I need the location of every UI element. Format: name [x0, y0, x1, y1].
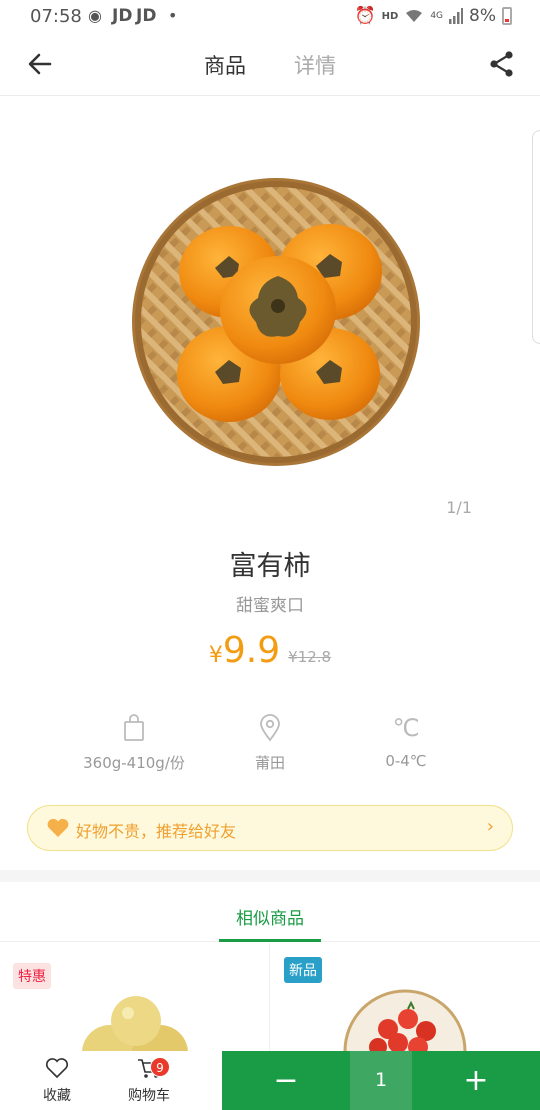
status-bar: 07:58 ◉ JD JD • ⏰ HD 4G 8%	[0, 0, 540, 34]
location-pin-icon	[260, 714, 280, 742]
increase-quantity-button[interactable]: +	[412, 1051, 540, 1110]
quantity-value[interactable]: 1	[350, 1051, 412, 1110]
similar-product-card[interactable]: 新品	[269, 943, 540, 1053]
heart-icon	[47, 818, 69, 837]
new-badge: 新品	[284, 957, 322, 983]
similar-products-header: 相似商品	[0, 882, 540, 942]
back-arrow-icon[interactable]	[24, 48, 56, 80]
battery-percent: 8%	[469, 6, 496, 26]
signal-icon	[449, 8, 464, 24]
status-dot: •	[168, 6, 178, 25]
cart-label: 购物车	[128, 1088, 170, 1104]
notification-icon: ◉	[88, 6, 102, 25]
current-price: 9.9	[222, 630, 281, 671]
spec-weight: 360g-410g/份	[64, 714, 204, 773]
pear-image	[82, 996, 188, 1053]
decrease-quantity-button[interactable]: −	[222, 1051, 350, 1110]
original-price: ¥12.8	[288, 648, 332, 666]
discount-badge: 特惠	[13, 963, 51, 989]
similar-product-card[interactable]: 特惠	[0, 943, 268, 1053]
bag-icon	[124, 714, 144, 741]
temperature-icon: ℃	[392, 714, 420, 742]
price-row: ¥9.9 ¥12.8	[0, 630, 540, 671]
spec-origin: 莆田	[200, 714, 340, 773]
gallery-pager: 1/1	[446, 498, 472, 517]
recommend-text: 好物不贵，推荐给好友	[76, 822, 237, 841]
app-label-2: JD	[136, 6, 157, 26]
network-label: 4G	[430, 11, 444, 21]
quantity-stepper: − 1 +	[222, 1051, 540, 1110]
favorite-button[interactable]: 收藏	[20, 1057, 94, 1105]
persimmon-basket-image	[132, 178, 420, 466]
bottom-action-bar: 收藏 9 购物车 − 1 +	[0, 1051, 540, 1110]
side-drawer-handle[interactable]	[532, 130, 540, 344]
status-time: 07:58	[30, 6, 82, 27]
spec-origin-text: 莆田	[254, 754, 285, 772]
spec-temperature-text: 0-4℃	[385, 752, 427, 770]
spec-temperature: ℃ 0-4℃	[336, 714, 476, 770]
similar-products-list: 特惠 新品	[0, 943, 540, 1053]
cart-button[interactable]: 9 购物车	[112, 1057, 186, 1105]
product-detail-page: 07:58 ◉ JD JD • ⏰ HD 4G 8% 商品 详情 1/1 富有柿…	[0, 0, 540, 1110]
status-right-group: ⏰ HD 4G 8%	[354, 6, 512, 26]
product-image-gallery[interactable]	[0, 96, 540, 536]
cart-count-badge: 9	[150, 1057, 170, 1077]
chevron-right-icon: ›	[486, 816, 494, 837]
hd-label: HD	[381, 10, 399, 22]
tab-details[interactable]: 详情	[294, 50, 336, 80]
spec-row: 360g-410g/份 莆田 ℃ 0-4℃	[0, 714, 540, 784]
battery-icon	[502, 7, 512, 25]
app-label-1: JD	[112, 6, 133, 26]
alarm-icon: ⏰	[354, 6, 376, 26]
price-currency: ¥	[208, 643, 223, 668]
spec-weight-text: 360g-410g/份	[83, 754, 185, 772]
tab-product[interactable]: 商品	[204, 50, 246, 80]
favorite-label: 收藏	[43, 1088, 71, 1104]
heart-outline-icon	[45, 1058, 69, 1079]
recommend-to-friend-banner[interactable]: 好物不贵，推荐给好友 ›	[27, 805, 513, 851]
product-name: 富有柿	[229, 551, 311, 582]
top-nav: 商品 详情	[0, 34, 540, 96]
tab-similar-products[interactable]: 相似商品	[0, 904, 540, 929]
product-subtitle: 甜蜜爽口	[236, 596, 304, 616]
section-divider	[0, 870, 540, 882]
share-icon[interactable]	[488, 50, 516, 78]
active-tab-indicator	[219, 939, 321, 942]
wifi-icon	[406, 10, 423, 22]
